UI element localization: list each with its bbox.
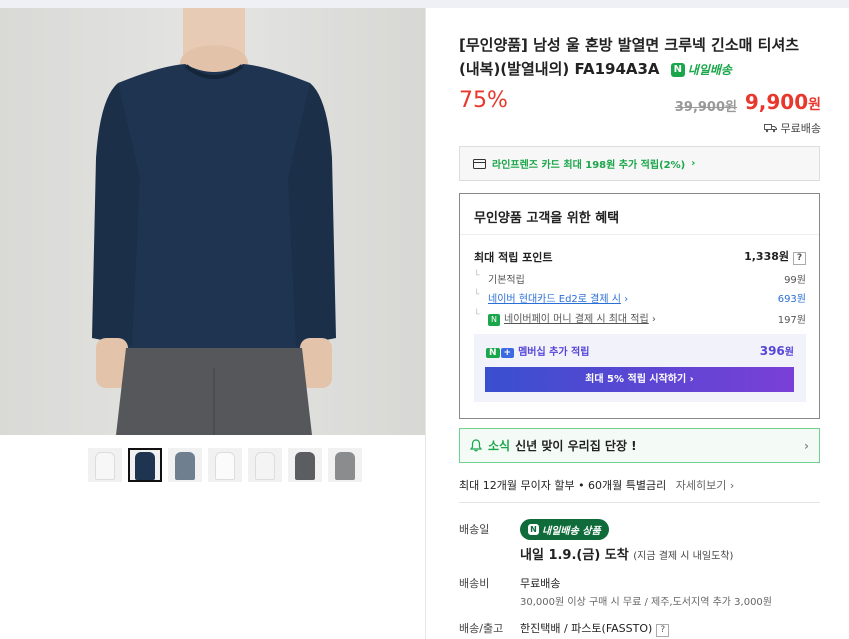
delivery-date: 내일 1.9.(금) 도착 (지금 결제 시 내일도착) [520, 544, 733, 563]
carrier-label: 배송/출고 [459, 622, 504, 635]
help-icon[interactable]: ? [793, 252, 806, 265]
chevron-right-icon: › [624, 294, 629, 305]
membership-label: 멤버십 추가 적립 [518, 347, 590, 358]
free-shipping: 무료배송 [763, 120, 821, 136]
credit-card-icon [473, 158, 486, 169]
sale-price-unit: 원 [808, 97, 821, 113]
tomorrow-delivery-tag: N 내일배송 [670, 58, 732, 82]
card-promo-text: 라인프렌즈 카드 최대 198원 추가 적립(2%) [492, 160, 686, 171]
start-membership-label: 최대 5% 적립 시작하기 [585, 374, 687, 385]
original-price: 39,900원 [674, 100, 737, 115]
carrier-value-text: 한진택배 / 파스토(FASSTO) [520, 622, 653, 635]
main-product-image[interactable] [0, 8, 426, 435]
product-gallery [0, 8, 426, 639]
product-title: [무인양품] 남성 울 혼방 발열면 크루넥 긴소매 티셔츠 (내복)(발열내의… [459, 33, 821, 82]
news-tag: 소식 [488, 439, 511, 453]
thumbnail-strip [88, 448, 362, 482]
card-payment-link[interactable]: 네이버 현대카드 Ed2로 결제 시 [488, 294, 621, 305]
membership-box: N + 멤버십 추가 적립 396원 최대 5% 적립 시작하기 › [474, 334, 806, 402]
points-row-basic-value: 99원 [784, 275, 806, 286]
bell-icon [470, 439, 482, 452]
truck-icon [763, 124, 777, 133]
delivery-badge: N 내일배송 상품 [520, 519, 609, 540]
installment-text: 최대 12개월 무이자 할부 • 60개월 특별금리 [459, 479, 667, 492]
benefit-divider [460, 234, 819, 235]
points-row-npay-value: 197원 [777, 314, 806, 326]
chevron-right-icon: › [651, 314, 656, 325]
chevron-right-icon: › [691, 158, 696, 169]
thumbnail-gray-blue-shirt[interactable] [168, 448, 202, 482]
product-title-text: [무인양품] 남성 울 혼방 발열면 크루넥 긴소매 티셔츠 (내복)(발열내의… [459, 36, 800, 78]
points-row-card-value: 693원 [777, 294, 806, 305]
carrier-value: 한진택배 / 파스토(FASSTO)? [520, 620, 670, 637]
model-wearing-shirt-image [92, 8, 336, 435]
benefit-panel: 무인양품 고객을 위한 혜택 최대 적립 포인트 1,338원? 기본적립 99… [459, 193, 820, 419]
sale-price: 9,900원 [745, 90, 821, 114]
points-row-basic-label: 기본적립 [474, 271, 525, 286]
thumbnail-gray-shirt[interactable] [328, 448, 362, 482]
delivery-date-label: 배송일 [459, 523, 490, 536]
plus-icon: + [500, 348, 515, 358]
shipping-fee-label: 배송비 [459, 577, 490, 590]
naver-pay-icon: N [488, 314, 500, 326]
tomorrow-delivery-label: 내일배송 [687, 62, 732, 77]
max-points-row: 최대 적립 포인트 1,338원? [474, 248, 806, 265]
details-link[interactable]: 자세히보기 › [676, 479, 735, 492]
shipping-fee-value: 무료배송 [520, 577, 561, 590]
delivery-badge-label: 내일배송 상품 [542, 526, 601, 537]
npay-money-link[interactable]: 네이버페이 머니 결제 시 최대 적립 [504, 314, 649, 325]
thumbnail-white-shirt-3[interactable] [248, 448, 282, 482]
discount-rate: 75% [459, 88, 508, 113]
card-promo-banner[interactable]: 라인프렌즈 카드 최대 198원 추가 적립(2%) › [459, 146, 820, 181]
thumbnail-navy-shirt-selected[interactable] [128, 448, 162, 482]
section-divider [459, 502, 820, 503]
free-shipping-label: 무료배송 [780, 122, 821, 135]
news-banner[interactable]: 소식 신년 맞이 우리집 단장 ! › [459, 428, 820, 463]
top-bar [0, 0, 849, 8]
naver-n-icon: N [528, 524, 539, 535]
thumbnail-white-shirt-2[interactable] [208, 448, 242, 482]
column-divider [425, 8, 426, 639]
installment-info: 최대 12개월 무이자 할부 • 60개월 특별금리 자세히보기 › [459, 477, 734, 493]
details-link-label: 자세히보기 [675, 479, 727, 492]
membership-unit: 원 [784, 347, 794, 358]
chevron-right-icon: › [804, 438, 809, 453]
points-row-basic: 기본적립 99원 [474, 271, 806, 286]
help-icon[interactable]: ? [656, 624, 670, 637]
news-text: 신년 맞이 우리집 단장 ! [515, 439, 637, 453]
max-points-label: 최대 적립 포인트 [474, 250, 553, 264]
delivery-date-value: 내일 1.9.(금) 도착 [520, 548, 629, 563]
points-row-card: 네이버 현대카드 Ed2로 결제 시 › 693원 [474, 290, 806, 305]
points-row-npay: N 네이버페이 머니 결제 시 최대 적립 › 197원 [474, 310, 806, 326]
sale-price-value: 9,900 [744, 90, 809, 114]
shipping-fee-note: 30,000원 이상 구매 시 무료 / 제주,도서지역 추가 3,000원 [520, 597, 772, 608]
membership-value: 396 [759, 344, 785, 358]
membership-row: N + 멤버십 추가 적립 396원 [486, 343, 794, 358]
thumbnail-charcoal-shirt[interactable] [288, 448, 322, 482]
thumbnail-white-shirt[interactable] [88, 448, 122, 482]
benefit-heading: 무인양품 고객을 위한 혜택 [474, 211, 620, 226]
max-points-value: 1,338원 [744, 250, 789, 263]
start-membership-button[interactable]: 최대 5% 적립 시작하기 › [485, 367, 794, 392]
delivery-date-note: (지금 결제 시 내일도착) [633, 551, 734, 562]
naver-n-icon: N [486, 348, 500, 358]
naver-n-icon: N [670, 62, 685, 77]
